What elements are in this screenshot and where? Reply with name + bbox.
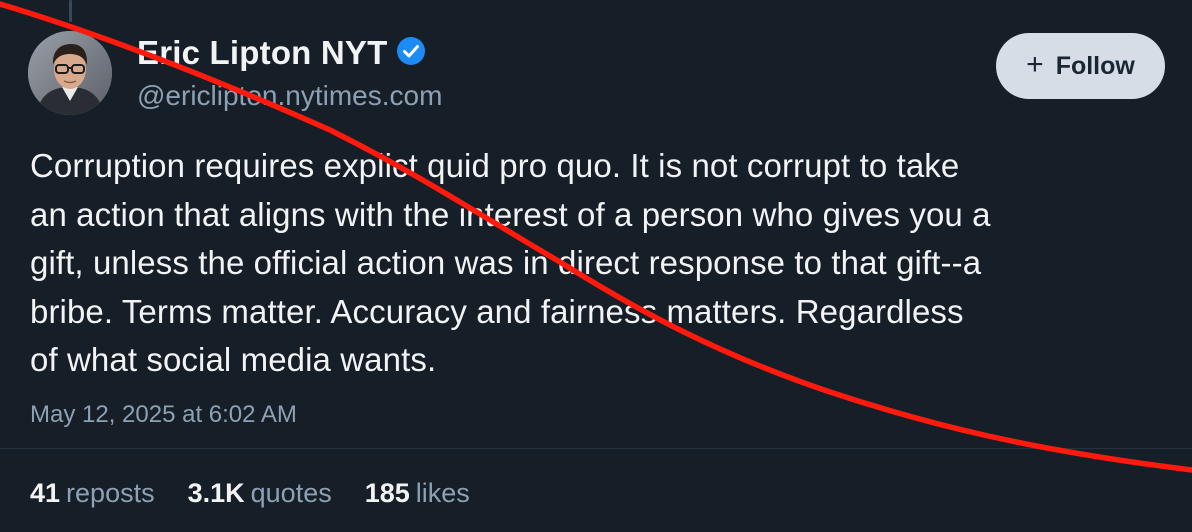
reposts-label: reposts: [66, 478, 155, 508]
post-text-line: of what social media wants.: [30, 341, 437, 378]
likes-stat[interactable]: 185 likes: [365, 478, 470, 509]
reposts-stat[interactable]: 41 reposts: [30, 478, 155, 509]
author-handle[interactable]: @ericlipton.nytimes.com: [137, 80, 442, 112]
quotes-count: 3.1K: [187, 478, 245, 508]
quotes-stat[interactable]: 3.1K quotes: [188, 478, 332, 509]
likes-count: 185: [364, 478, 410, 508]
verified-badge-icon: [397, 37, 425, 65]
post-text-line: Corruption requires explict quid pro quo…: [30, 147, 960, 184]
divider: [0, 448, 1192, 449]
post-stats: 41 reposts 3.1K quotes 185 likes: [30, 478, 503, 509]
post-text-line: bribe. Terms matter. Accuracy and fairne…: [30, 292, 964, 330]
quotes-label: quotes: [250, 478, 332, 508]
post-text-line: an action that aligns with the interest …: [30, 195, 991, 233]
likes-label: likes: [415, 478, 470, 508]
follow-button-label: Follow: [1055, 51, 1135, 80]
author-display-name[interactable]: Eric Lipton NYT: [137, 34, 388, 72]
post-body: Corruption requires explict quid pro quo…: [30, 142, 1170, 385]
thread-connector-line: [69, 0, 72, 22]
reposts-count: 41: [30, 478, 61, 508]
avatar[interactable]: [28, 31, 112, 115]
post-text-line: gift, unless the official action was in …: [30, 244, 982, 281]
follow-button[interactable]: + Follow: [996, 33, 1165, 99]
post-timestamp[interactable]: May 12, 2025 at 6:02 AM: [30, 401, 297, 429]
plus-icon: +: [1026, 48, 1044, 81]
post-view: Eric Lipton NYT @ericlipton.nytimes.com …: [0, 0, 1192, 532]
